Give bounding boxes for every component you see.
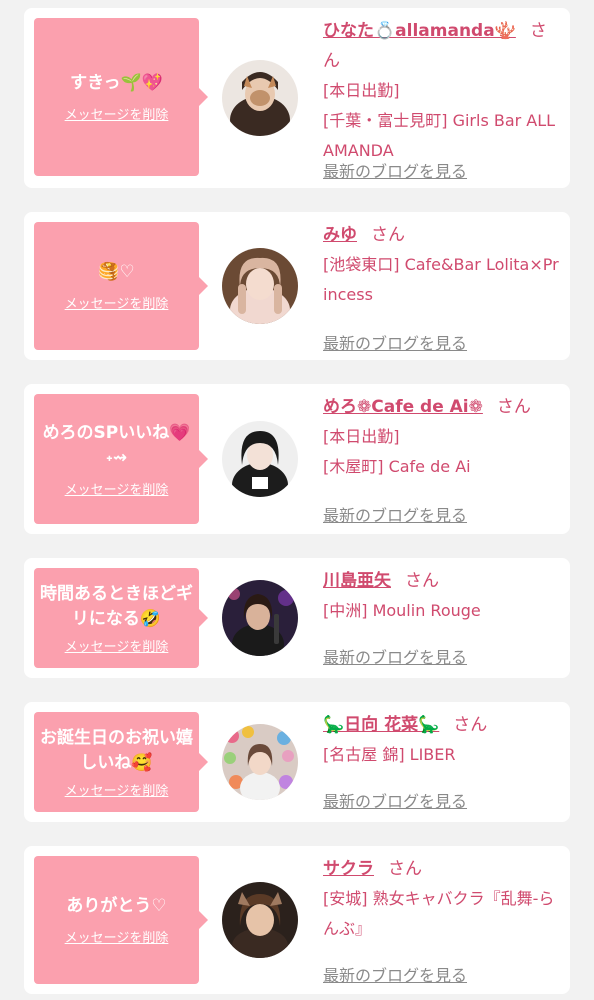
honorific: さん	[405, 571, 439, 591]
view-blog-link[interactable]: 最新のブログを見る	[323, 962, 467, 986]
delete-message-link[interactable]: メッセージを削除	[65, 479, 169, 498]
avatar[interactable]	[222, 60, 298, 136]
sender-name-line: めろ❁Cafe de Ai❁ さん	[323, 392, 563, 422]
message-bubble: 🥞♡ メッセージを削除	[34, 222, 208, 350]
profile-photo-icon	[222, 882, 298, 958]
avatar[interactable]	[222, 248, 298, 324]
message-card: めろのSPいいね💗˖⇝ メッセージを削除 めろ❁Cafe de Ai❁ さん [本…	[24, 384, 570, 534]
shop-info: [中洲] Moulin Rouge	[323, 601, 481, 620]
sender-name-link[interactable]: 🦕日向 花菜🦕	[323, 715, 439, 735]
message-text: 🥞♡	[98, 262, 135, 282]
delete-message-link[interactable]: メッセージを削除	[65, 104, 169, 123]
honorific: さん	[388, 859, 422, 879]
sender-info: めろ❁Cafe de Ai❁ さん [本日出勤] [木屋町] Cafe de Ai…	[323, 392, 563, 526]
sender-name-link[interactable]: めろ❁Cafe de Ai❁	[323, 397, 483, 417]
message-card: お誕生日のお祝い嬉しいね🥰 メッセージを削除 🦕日向 花菜🦕 さん [名古屋 錦…	[24, 702, 570, 822]
sender-info: 川島亜矢 さん [中洲] Moulin Rouge 最新のブログを見る	[323, 566, 563, 670]
message-bubble: めろのSPいいね💗˖⇝ メッセージを削除	[34, 394, 208, 524]
message-card: すきっ🌱💖 メッセージを削除 ひなた💍allamanda🪸 さん [本日出勤] […	[24, 8, 570, 188]
profile-photo-icon	[222, 248, 298, 324]
profile-photo-icon	[222, 60, 298, 136]
message-card: 時間あるときほどギリになる🤣 メッセージを削除 川島亜矢 さん [中洲] Moul…	[24, 558, 570, 678]
shop-info: [本日出勤] [木屋町] Cafe de Ai	[323, 427, 471, 476]
message-text: 時間あるときほどギリになる🤣	[40, 583, 193, 629]
sender-name-line: サクラ さん	[323, 854, 563, 884]
view-blog-link[interactable]: 最新のブログを見る	[323, 788, 467, 812]
sender-name-line: 🦕日向 花菜🦕 さん	[323, 710, 563, 740]
sender-name-link[interactable]: 川島亜矢	[323, 571, 391, 591]
delete-message-link[interactable]: メッセージを削除	[65, 636, 169, 655]
sender-name-line: ひなた💍allamanda🪸 さん	[323, 16, 563, 76]
view-blog-link[interactable]: 最新のブログを見る	[323, 330, 467, 354]
view-blog-link[interactable]: 最新のブログを見る	[323, 158, 467, 182]
shop-info: [安城] 熟女キャバクラ『乱舞-らんぶ』	[323, 889, 555, 938]
avatar[interactable]	[222, 882, 298, 958]
delete-message-link[interactable]: メッセージを削除	[65, 780, 169, 799]
sender-name-link[interactable]: サクラ	[323, 859, 374, 879]
sender-info: みゆ さん [池袋東口] Cafe&Bar Lolita×Princess 最新の…	[323, 220, 563, 354]
message-bubble: すきっ🌱💖 メッセージを削除	[34, 18, 208, 176]
message-card: ありがとう♡ メッセージを削除 サクラ さん [安城] 熟女キャバクラ『乱舞-らん…	[24, 846, 570, 994]
view-blog-link[interactable]: 最新のブログを見る	[323, 644, 467, 668]
profile-photo-icon	[222, 580, 298, 656]
message-card: 🥞♡ メッセージを削除 みゆ さん [池袋東口] Cafe&Bar Lolita×…	[24, 212, 570, 360]
avatar[interactable]	[222, 421, 298, 497]
shop-info: [池袋東口] Cafe&Bar Lolita×Princess	[323, 255, 559, 304]
delete-message-link[interactable]: メッセージを削除	[65, 927, 169, 946]
sender-info: サクラ さん [安城] 熟女キャバクラ『乱舞-らんぶ』 最新のブログを見る	[323, 854, 563, 988]
view-blog-link[interactable]: 最新のブログを見る	[323, 502, 467, 526]
sender-name-link[interactable]: ひなた💍allamanda🪸	[323, 21, 516, 41]
message-text: すきっ🌱💖	[70, 73, 163, 93]
shop-info: [本日出勤] [千葉・富士見町] Girls Bar ALLAMANDA	[323, 81, 556, 160]
sender-name-line: みゆ さん	[323, 220, 563, 250]
avatar[interactable]	[222, 724, 298, 800]
avatar[interactable]	[222, 580, 298, 656]
delete-message-link[interactable]: メッセージを削除	[65, 293, 169, 312]
honorific: さん	[496, 397, 531, 417]
message-text: お誕生日のお祝い嬉しいね🥰	[40, 727, 193, 773]
profile-photo-icon	[222, 724, 298, 800]
message-text: ありがとう♡	[66, 896, 167, 916]
honorific: さん	[371, 225, 405, 245]
message-bubble: 時間あるときほどギリになる🤣 メッセージを削除	[34, 568, 208, 668]
sender-name-link[interactable]: みゆ	[323, 225, 357, 245]
message-bubble: ありがとう♡ メッセージを削除	[34, 856, 208, 984]
shop-info: [名古屋 錦] LIBER	[323, 745, 456, 764]
profile-photo-icon	[222, 421, 298, 497]
message-list: すきっ🌱💖 メッセージを削除 ひなた💍allamanda🪸 さん [本日出勤] […	[0, 0, 594, 1000]
sender-name-line: 川島亜矢 さん	[323, 566, 563, 596]
sender-info: 🦕日向 花菜🦕 さん [名古屋 錦] LIBER 最新のブログを見る	[323, 710, 563, 814]
message-text: めろのSPいいね💗˖⇝	[42, 422, 191, 468]
message-bubble: お誕生日のお祝い嬉しいね🥰 メッセージを削除	[34, 712, 208, 812]
sender-info: ひなた💍allamanda🪸 さん [本日出勤] [千葉・富士見町] Girls …	[323, 16, 563, 182]
honorific: さん	[453, 715, 488, 735]
